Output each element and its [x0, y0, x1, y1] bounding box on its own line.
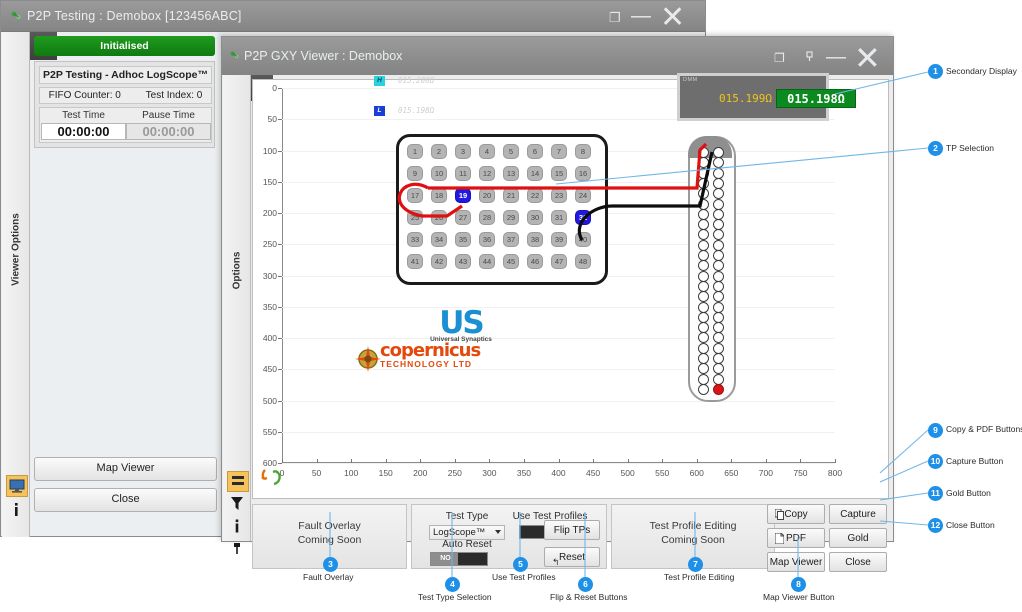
callout-label-9: Copy & PDF Buttons	[946, 424, 1022, 434]
callout-number-3: 3	[323, 557, 338, 572]
callout-number-2: 2	[928, 141, 943, 156]
callout-label-10: Capture Button	[946, 456, 1003, 466]
callout-label-6: Flip & Reset Buttons	[550, 592, 627, 602]
callout-label-3: Fault Overlay	[303, 572, 354, 582]
callout-label-7: Test Profile Editing	[664, 572, 734, 582]
callout-label-5: Use Test Profiles	[492, 572, 556, 582]
callout-number-4: 4	[445, 577, 460, 592]
callout-label-12: Close Button	[946, 520, 995, 530]
callout-number-1: 1	[928, 64, 943, 79]
callout-leader-lines	[0, 0, 1022, 612]
callout-label-4: Test Type Selection	[418, 592, 492, 602]
callout-label-2: TP Selection	[946, 143, 994, 153]
callout-number-12: 12	[928, 518, 943, 533]
callout-number-9: 9	[928, 423, 943, 438]
callout-label-11: Gold Button	[946, 488, 991, 498]
callout-number-7: 7	[688, 557, 703, 572]
callout-number-8: 8	[791, 577, 806, 592]
callout-number-5: 5	[513, 557, 528, 572]
callout-number-10: 10	[928, 454, 943, 469]
callout-number-11: 11	[928, 486, 943, 501]
callout-number-6: 6	[578, 577, 593, 592]
callout-label-8: Map Viewer Button	[763, 592, 835, 602]
callout-label-1: Secondary Display	[946, 66, 1017, 76]
